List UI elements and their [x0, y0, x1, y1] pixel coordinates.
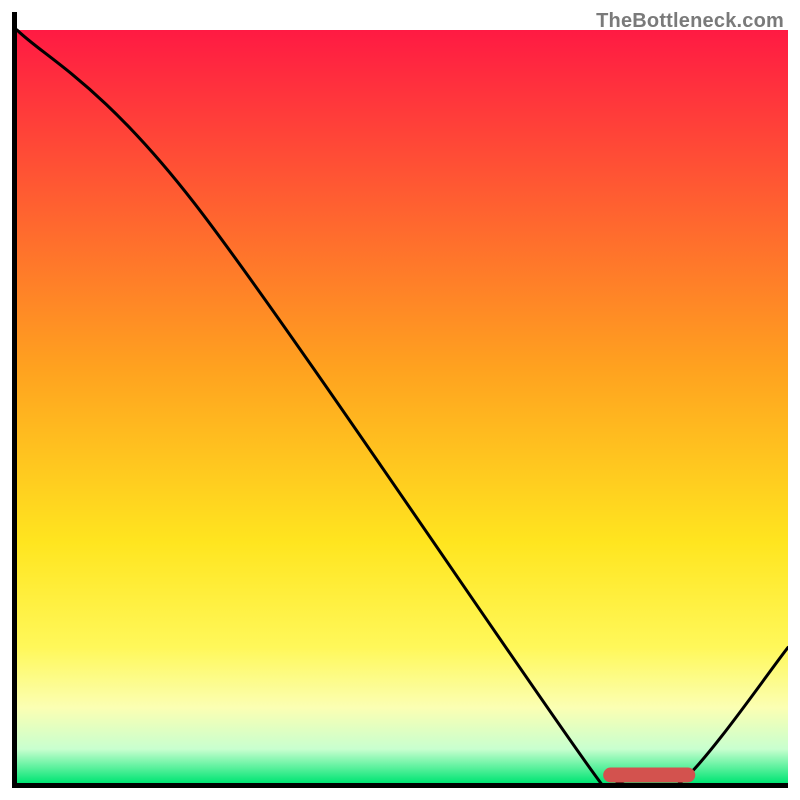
bottleneck-chart — [12, 12, 788, 788]
chart-frame: TheBottleneck.com — [12, 12, 788, 788]
watermark-text: TheBottleneck.com — [596, 10, 784, 33]
chart-background — [17, 30, 788, 783]
